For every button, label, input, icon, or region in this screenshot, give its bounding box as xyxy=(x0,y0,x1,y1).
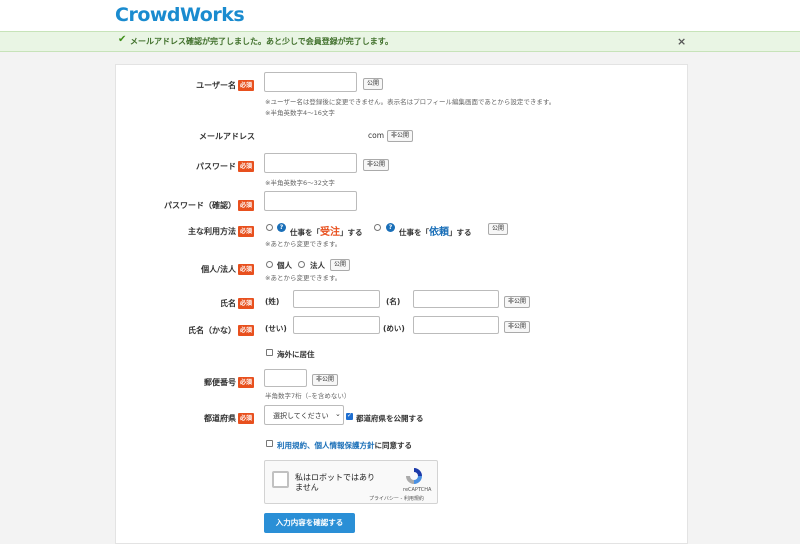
site-header: CrowdWorks xyxy=(0,0,800,31)
usage-receive-radio[interactable] xyxy=(266,224,273,231)
publish-prefecture-label: 都道府県を公開する xyxy=(356,414,424,423)
password-note: ※半角英数字6〜32文字 xyxy=(265,179,335,187)
crowdworks-logo[interactable]: CrowdWorks xyxy=(115,4,245,26)
name-kana-label: 氏名（かな） xyxy=(188,326,236,335)
close-icon[interactable]: × xyxy=(677,35,686,48)
terms-link[interactable]: 利用規約、個人情報保護方針 xyxy=(277,441,375,450)
usage-note: ※あとから変更できます。 xyxy=(265,240,342,248)
last-name-kana-label: (せい) xyxy=(265,324,287,333)
terms-checkbox[interactable] xyxy=(266,440,273,447)
entity-visibility-tag: 公開 xyxy=(330,259,351,271)
usage-receive-label: 仕事を「受注」する xyxy=(290,223,363,238)
last-name-input[interactable] xyxy=(293,290,380,308)
required-badge: 必須 xyxy=(238,161,255,172)
usage-order-emphasis: 依頼 xyxy=(429,227,449,238)
usage-receive-pre: 仕事を「 xyxy=(290,228,320,237)
prefecture-select[interactable]: 選択してください ⌄ xyxy=(264,405,344,425)
entity-individual-label: 個人 xyxy=(277,261,292,270)
email-visibility-tag: 非公開 xyxy=(387,130,414,142)
registration-form: ユーザー名 必須 公開 ※ユーザー名は登録後に変更できません。表示名はプロフィー… xyxy=(115,64,688,544)
password-visibility-tag: 非公開 xyxy=(363,159,390,171)
first-name-kana-input[interactable] xyxy=(413,316,499,334)
recaptcha-checkbox[interactable] xyxy=(272,471,289,488)
help-icon[interactable]: ? xyxy=(386,223,395,232)
password-input[interactable] xyxy=(264,153,357,173)
required-badge: 必須 xyxy=(238,226,255,237)
publish-prefecture-checkbox[interactable] xyxy=(346,412,353,420)
required-badge: 必須 xyxy=(238,325,255,336)
required-badge: 必須 xyxy=(238,377,255,388)
entity-note: ※あとから変更できます。 xyxy=(265,274,342,282)
usage-receive-emphasis: 受注 xyxy=(320,227,340,238)
password-confirm-input[interactable] xyxy=(264,191,357,211)
required-badge: 必須 xyxy=(238,264,255,275)
name-kana-visibility-tag: 非公開 xyxy=(504,321,531,333)
entity-corporate-radio[interactable] xyxy=(298,261,305,268)
usage-visibility-tag: 公開 xyxy=(488,223,509,235)
recaptcha-brand: reCAPTCHA xyxy=(403,487,432,493)
terms-label: 利用規約、個人情報保護方針に同意する xyxy=(277,440,412,451)
usage-order-post: 」する xyxy=(449,228,472,237)
success-alert: ✔ メールアドレス確認が完了しました。あと少しで会員登録が完了します。 × xyxy=(0,31,800,52)
entity-individual-radio[interactable] xyxy=(266,261,273,268)
overseas-label: 海外に居住 xyxy=(277,350,315,359)
usage-order-radio[interactable] xyxy=(374,224,381,231)
password-confirm-label: パスワード（確認） xyxy=(164,201,236,210)
required-badge: 必須 xyxy=(238,80,255,91)
check-icon: ✔ xyxy=(118,34,127,45)
overseas-checkbox[interactable] xyxy=(266,349,273,356)
recaptcha-widget: 私はロボットではあり ません reCAPTCHA プライバシー - 利用規約 xyxy=(264,460,438,504)
username-note: ※ユーザー名は登録後に変更できません。表示名はプロフィール編集画面であとから設定… xyxy=(265,98,556,106)
last-name-label: (姓) xyxy=(265,297,280,306)
name-visibility-tag: 非公開 xyxy=(504,296,531,308)
first-name-label: (名) xyxy=(386,297,401,306)
recaptcha-text: 私はロボットではあり ません xyxy=(295,473,375,493)
entity-label: 個人/法人 xyxy=(201,265,236,274)
chevron-down-icon: ⌄ xyxy=(335,410,341,418)
recaptcha-logo-icon xyxy=(406,468,422,484)
username-input[interactable] xyxy=(264,72,357,92)
username-visibility-tag: 公開 xyxy=(363,78,384,90)
username-label: ユーザー名 xyxy=(196,81,236,90)
usage-label: 主な利用方法 xyxy=(188,227,236,236)
prefecture-selected-value: 選択してください xyxy=(273,412,329,420)
email-label: メールアドレス xyxy=(199,132,255,141)
email-value: com xyxy=(368,131,385,140)
terms-suffix: に同意する xyxy=(374,441,413,450)
required-badge: 必須 xyxy=(238,298,255,309)
postal-visibility-tag: 非公開 xyxy=(312,374,339,386)
postal-code-input[interactable] xyxy=(264,369,307,387)
prefecture-label: 都道府県 xyxy=(204,414,236,423)
recaptcha-text-line1: 私はロボットではあり xyxy=(295,473,375,482)
postal-note: 半角数字7桁（–を含めない） xyxy=(265,392,351,400)
recaptcha-text-line2: ません xyxy=(295,483,319,492)
recaptcha-links[interactable]: プライバシー - 利用規約 xyxy=(369,495,424,502)
help-icon[interactable]: ? xyxy=(277,223,286,232)
last-name-kana-input[interactable] xyxy=(293,316,380,334)
password-label: パスワード xyxy=(196,162,236,171)
required-badge: 必須 xyxy=(238,413,255,424)
alert-message: メールアドレス確認が完了しました。あと少しで会員登録が完了します。 xyxy=(130,37,393,46)
first-name-input[interactable] xyxy=(413,290,499,308)
required-badge: 必須 xyxy=(238,200,255,211)
name-label: 氏名 xyxy=(220,299,236,308)
first-name-kana-label: (めい) xyxy=(383,324,405,333)
confirm-submit-button[interactable]: 入力内容を確認する xyxy=(264,513,355,533)
usage-order-pre: 仕事を「 xyxy=(399,228,429,237)
usage-receive-post: 」する xyxy=(340,228,363,237)
postal-label: 郵便番号 xyxy=(204,378,236,387)
username-length-note: ※半角英数字4〜16文字 xyxy=(265,109,335,117)
entity-corporate-label: 法人 xyxy=(310,261,325,270)
usage-order-label: 仕事を「依頼」する xyxy=(399,223,472,238)
